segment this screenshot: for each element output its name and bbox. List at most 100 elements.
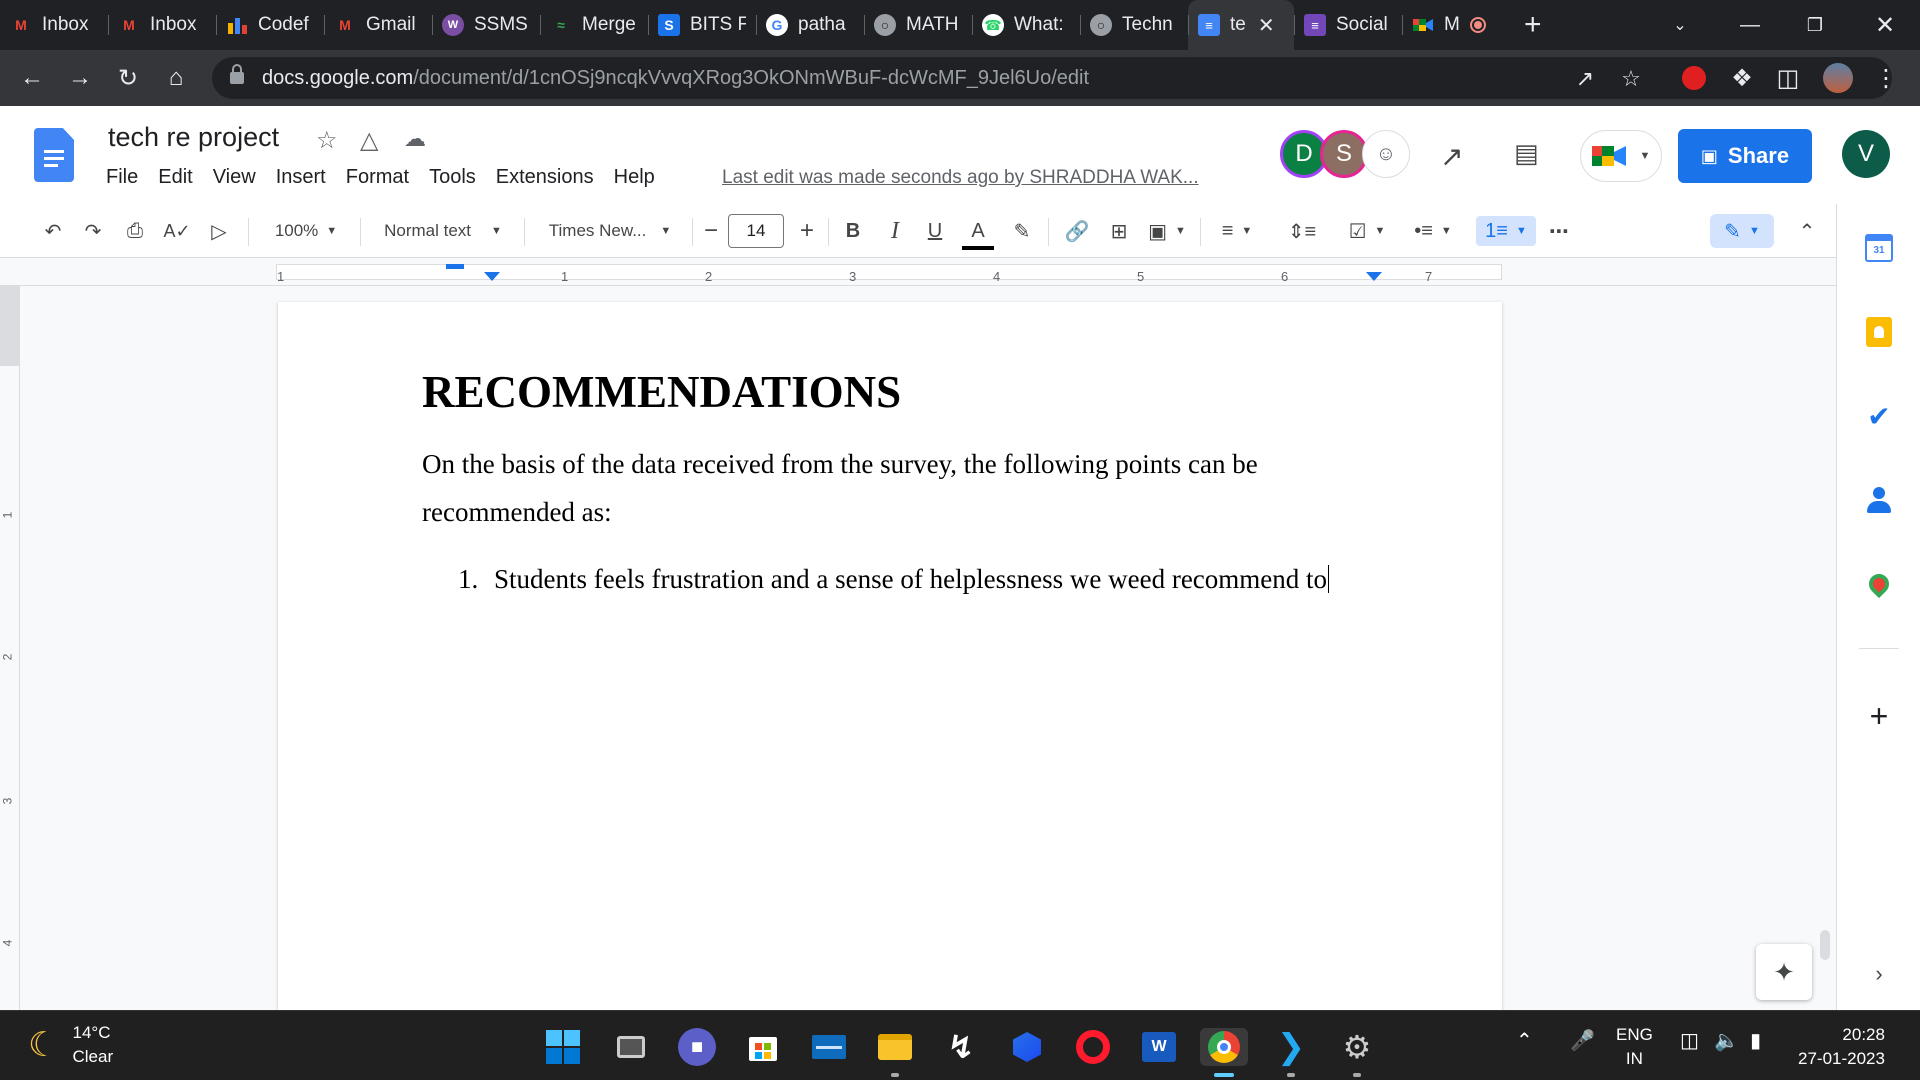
browser-tab-active[interactable]: ≡ te ✕: [1188, 0, 1294, 50]
microphone-icon[interactable]: 🎤: [1570, 1029, 1595, 1053]
menu-tools[interactable]: Tools: [429, 166, 476, 189]
text-color-button[interactable]: A: [962, 216, 994, 250]
print-icon[interactable]: ⎙: [122, 216, 148, 246]
star-icon[interactable]: ☆: [316, 126, 338, 155]
word-icon[interactable]: W: [1140, 1028, 1178, 1066]
close-tab-icon[interactable]: ✕: [1258, 13, 1275, 38]
italic-button[interactable]: I: [882, 216, 908, 246]
opera-icon[interactable]: [1074, 1028, 1112, 1066]
extension-adblock-icon[interactable]: [1674, 58, 1714, 98]
task-view-icon[interactable]: [612, 1028, 650, 1066]
show-side-panel-chevron-icon[interactable]: ›: [1861, 956, 1897, 992]
left-indent-marker[interactable]: [484, 272, 500, 281]
zoom-select[interactable]: 100% ▼: [264, 216, 348, 246]
document-title[interactable]: tech re project: [108, 122, 279, 153]
move-to-drive-icon[interactable]: △: [360, 126, 378, 155]
more-options-icon[interactable]: ⋯: [1546, 216, 1572, 246]
windows-start-icon[interactable]: [544, 1028, 582, 1066]
meet-button[interactable]: ▼: [1580, 130, 1662, 182]
clock[interactable]: 20:28 27-01-2023: [1798, 1023, 1885, 1071]
volume-icon[interactable]: 🔈: [1714, 1029, 1739, 1053]
line-spacing-icon[interactable]: ⇕≡: [1286, 216, 1318, 246]
hide-menus-chevron-up-icon[interactable]: ⌃: [1794, 216, 1820, 246]
spellcheck-icon[interactable]: A✓: [163, 216, 190, 246]
collaborator-avatar[interactable]: S: [1320, 130, 1368, 178]
menu-format[interactable]: Format: [346, 166, 409, 189]
weather-widget[interactable]: ☾ 14°C Clear: [28, 1021, 113, 1069]
insert-link-icon[interactable]: 🔗: [1062, 216, 1092, 246]
more-collaborators-icon[interactable]: ☺: [1362, 130, 1410, 178]
user-avatar[interactable]: V: [1842, 130, 1890, 178]
network-icon[interactable]: ◫: [1680, 1029, 1699, 1053]
app-lightning-icon[interactable]: ↯: [942, 1028, 980, 1066]
chrome-icon[interactable]: [1200, 1028, 1248, 1066]
document-paragraph[interactable]: On the basis of the data received from t…: [422, 440, 1322, 536]
redo-icon[interactable]: ↷: [80, 216, 106, 246]
insert-image-icon[interactable]: ▣ ▼: [1144, 216, 1190, 246]
menu-insert[interactable]: Insert: [276, 166, 326, 189]
paint-format-icon[interactable]: ▷: [206, 216, 232, 246]
extensions-puzzle-icon[interactable]: ❖: [1722, 58, 1762, 98]
last-edit-link[interactable]: Last edit was made seconds ago by SHRADD…: [722, 167, 1199, 189]
profile-avatar[interactable]: [1818, 58, 1858, 98]
close-window-button[interactable]: ✕: [1855, 0, 1915, 50]
back-button[interactable]: ←: [12, 58, 52, 98]
reload-button[interactable]: ↻: [108, 58, 148, 98]
browser-tab[interactable]: ☎ What:: [972, 0, 1080, 50]
docs-logo-icon[interactable]: [34, 128, 74, 182]
battery-icon[interactable]: ▮: [1750, 1029, 1761, 1053]
restore-button[interactable]: ❐: [1785, 0, 1845, 50]
browser-tab[interactable]: S BITS F: [648, 0, 756, 50]
editing-mode-button[interactable]: ✎ ▼: [1710, 214, 1774, 248]
maps-icon[interactable]: [1861, 566, 1897, 602]
browser-tab[interactable]: M: [1402, 0, 1510, 50]
menu-edit[interactable]: Edit: [158, 166, 192, 189]
browser-tab[interactable]: ○ Techn: [1080, 0, 1188, 50]
menu-help[interactable]: Help: [614, 166, 655, 189]
browser-tab[interactable]: W SSMS: [432, 0, 540, 50]
font-size-input[interactable]: 14: [728, 214, 784, 248]
show-hidden-icons-chevron[interactable]: ⌃: [1516, 1029, 1533, 1053]
file-explorer-icon[interactable]: [876, 1028, 914, 1066]
share-page-icon[interactable]: ↗: [1570, 64, 1600, 94]
list-item[interactable]: 1. Students feels frustration and a sense…: [458, 564, 1330, 595]
language-indicator[interactable]: ENG IN: [1616, 1023, 1653, 1071]
numbered-list-icon[interactable]: 1≡ ▼: [1476, 216, 1536, 246]
explore-button[interactable]: ✦: [1756, 944, 1812, 1000]
vscode-icon[interactable]: ❯: [1272, 1028, 1310, 1066]
side-panel-icon[interactable]: ◫: [1768, 58, 1808, 98]
teams-chat-icon[interactable]: ■: [678, 1028, 716, 1066]
undo-icon[interactable]: ↶: [40, 216, 66, 246]
microsoft-store-icon[interactable]: [744, 1028, 782, 1066]
first-line-indent-marker[interactable]: [446, 264, 464, 269]
browser-tab[interactable]: ≡ Social: [1294, 0, 1402, 50]
get-add-ons-plus-icon[interactable]: +: [1861, 698, 1897, 734]
increase-font-size-button[interactable]: +: [794, 216, 820, 246]
menu-file[interactable]: File: [106, 166, 138, 189]
document-heading[interactable]: RECOMMENDATIONS: [422, 366, 901, 418]
underline-button[interactable]: U: [922, 216, 948, 246]
contacts-icon[interactable]: [1861, 482, 1897, 518]
menu-view[interactable]: View: [213, 166, 256, 189]
highlight-color-icon[interactable]: ✎: [1008, 216, 1036, 246]
browser-tab[interactable]: Codef: [216, 0, 324, 50]
bold-button[interactable]: B: [840, 216, 866, 246]
checklist-icon[interactable]: ☑ ▼: [1342, 216, 1392, 246]
document-page[interactable]: RECOMMENDATIONS On the basis of the data…: [278, 302, 1502, 1022]
mail-icon[interactable]: [810, 1028, 848, 1066]
forward-button[interactable]: →: [60, 58, 100, 98]
right-indent-marker[interactable]: [1366, 272, 1382, 281]
browser-tab[interactable]: ≈ Merge: [540, 0, 648, 50]
chrome-menu-icon[interactable]: ⋮: [1866, 58, 1906, 98]
minimize-button[interactable]: —: [1720, 0, 1780, 50]
browser-tab[interactable]: M Gmail: [324, 0, 432, 50]
comments-icon[interactable]: ▤: [1514, 138, 1539, 169]
scrollbar-thumb[interactable]: [1820, 930, 1830, 960]
share-button[interactable]: ▣ Share: [1678, 129, 1812, 183]
browser-tab[interactable]: G patha: [756, 0, 864, 50]
browser-tab[interactable]: M Inbox: [0, 0, 108, 50]
home-button[interactable]: ⌂: [156, 58, 196, 98]
url-text[interactable]: docs.google.com/document/d/1cnOSj9ncqkVv…: [262, 67, 1089, 90]
new-tab-button[interactable]: +: [1524, 8, 1542, 42]
decrease-font-size-button[interactable]: −: [698, 216, 724, 246]
